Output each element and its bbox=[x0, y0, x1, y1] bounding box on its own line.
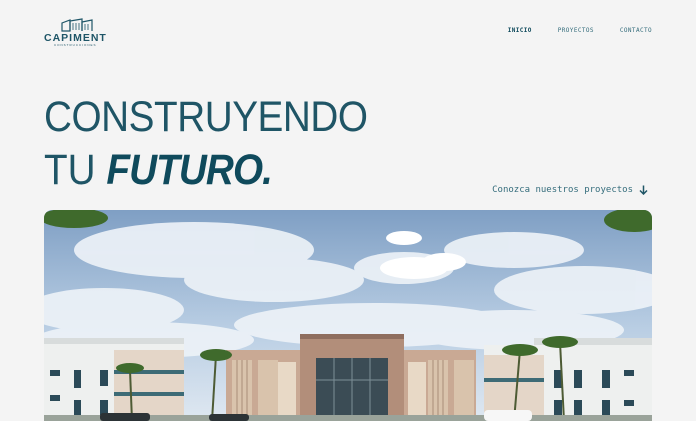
page: CAPIMENT CONSTRUCCIONES INICIO PROYECTOS… bbox=[4, 4, 692, 421]
hero-title-prefix: TU bbox=[44, 146, 96, 194]
nav-item-inicio[interactable]: INICIO bbox=[508, 27, 532, 34]
nav-item-proyectos[interactable]: PROYECTOS bbox=[558, 27, 594, 34]
arrow-down-icon bbox=[639, 185, 648, 195]
hero-title-emphasis: FUTURO. bbox=[106, 146, 273, 194]
hero-image bbox=[44, 210, 652, 421]
projects-cta-link[interactable]: Conozca nuestros proyectos bbox=[492, 185, 648, 195]
hero-title-line2: TU FUTURO. bbox=[44, 146, 273, 194]
building-render-illustration bbox=[44, 210, 652, 421]
building-icon bbox=[61, 18, 93, 32]
brand-subtitle: CONSTRUCCIONES bbox=[54, 43, 97, 47]
main-nav: INICIO PROYECTOS CONTACTO bbox=[508, 27, 652, 34]
cta-label: Conozca nuestros proyectos bbox=[492, 185, 633, 195]
nav-item-contacto[interactable]: CONTACTO bbox=[620, 27, 652, 34]
hero-title-line1: CONSTRUYENDO bbox=[44, 93, 368, 141]
brand-logo[interactable]: CAPIMENT CONSTRUCCIONES bbox=[44, 18, 114, 48]
